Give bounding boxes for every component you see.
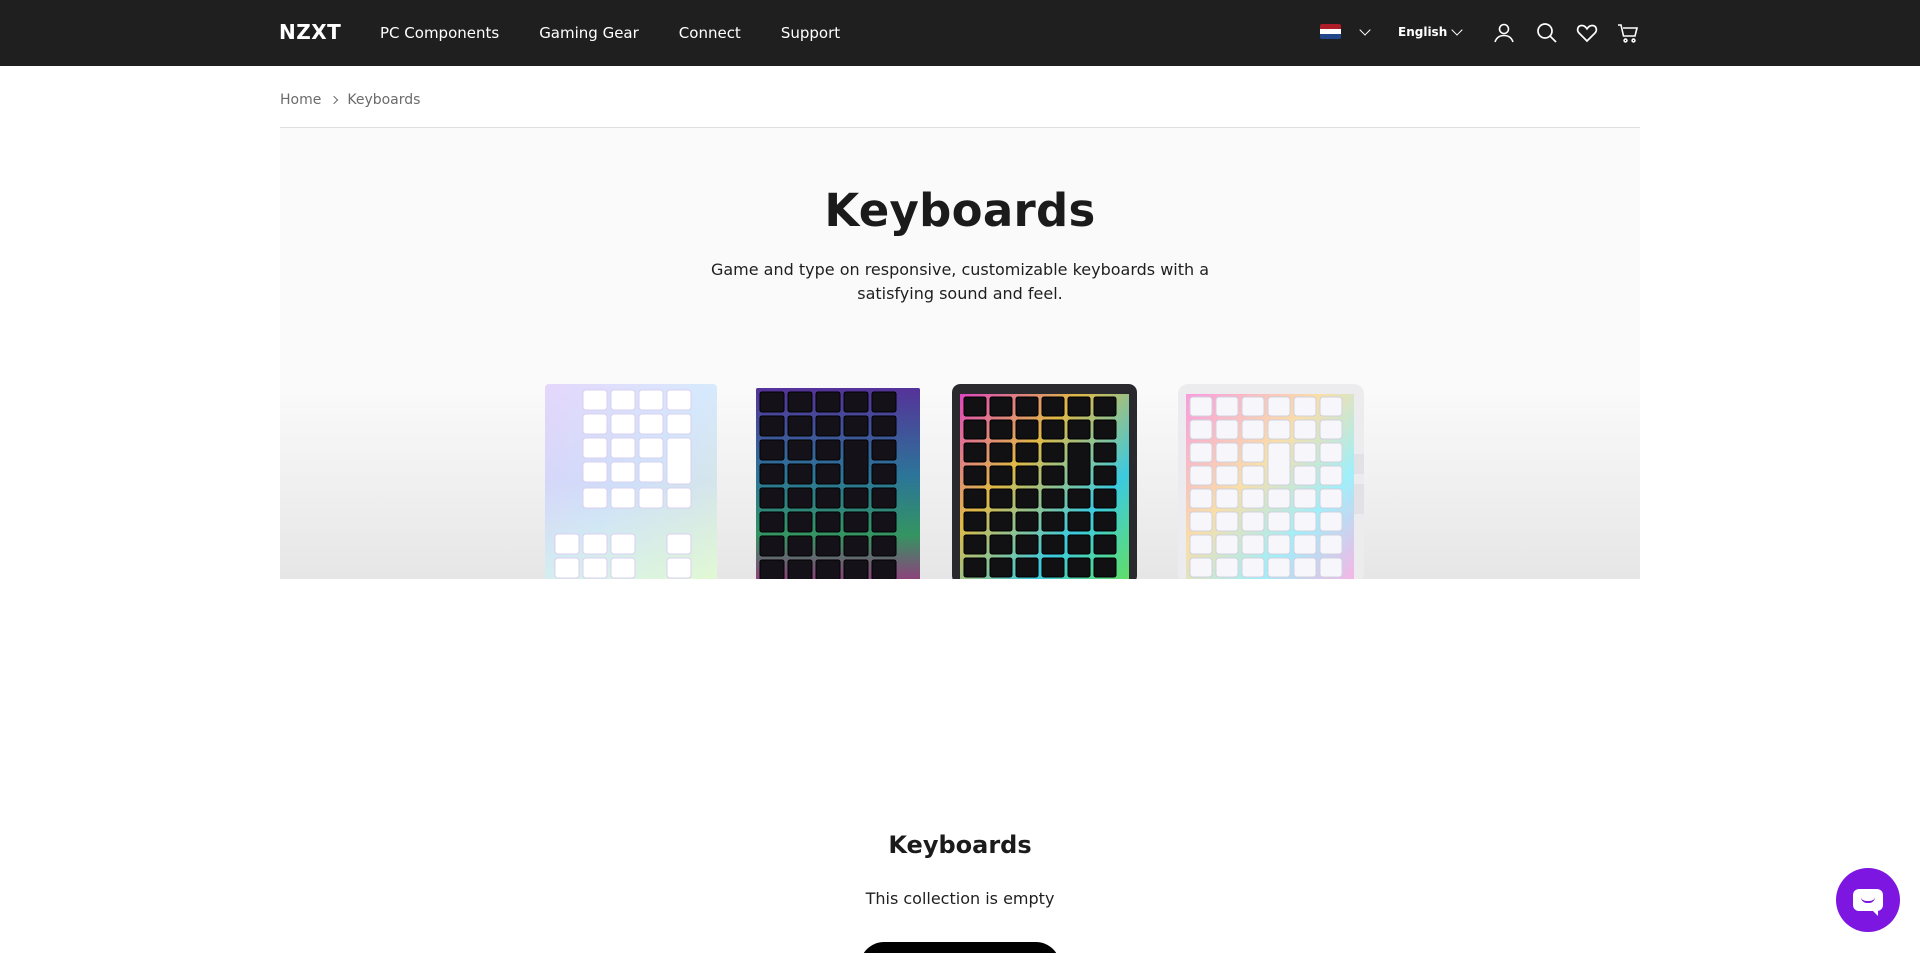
breadcrumb-current: Keyboards [347,92,421,108]
chevron-down-icon [1451,24,1463,36]
continue-shopping-button[interactable] [860,942,1060,953]
nav-connect[interactable]: Connect [679,24,741,42]
white-rgb-keyboard-image [545,384,717,579]
site-header: NZXT PC Components Gaming Gear Connect S… [0,0,1920,66]
cart-icon[interactable] [1616,21,1640,45]
collection-hero: Keyboards Game and type on responsive, c… [280,128,1640,579]
page-subtitle: Game and type on responsive, customizabl… [710,260,1210,303]
page-title: Keyboards [824,184,1096,237]
nav-gaming-gear[interactable]: Gaming Gear [539,24,639,42]
empty-collection-message: This collection is empty [865,889,1055,908]
chat-bubble-tail [1870,908,1878,916]
nav-pc-components[interactable]: PC Components [380,24,499,42]
breadcrumb-home[interactable]: Home [280,92,321,108]
collection-title: Keyboards [888,831,1032,859]
nzxt-logo[interactable]: NZXT [279,20,341,44]
black-rgb-keyboard-frame-image [952,384,1137,579]
main-nav: PC Components Gaming Gear Connect Suppor… [380,0,840,66]
netherlands-flag-icon [1320,24,1341,39]
account-icon[interactable] [1492,21,1516,45]
breadcrumb: Home Keyboards [280,92,420,108]
chat-launcher-button[interactable] [1836,868,1900,932]
nav-support[interactable]: Support [781,24,840,42]
white-rgb-keyboard-frame-image [1178,384,1364,579]
chevron-right-icon [330,95,339,105]
chevron-down-icon [1359,24,1371,36]
black-rgb-keyboard-image [756,388,920,579]
language-label: English [1398,25,1448,39]
search-icon[interactable] [1535,21,1559,45]
wishlist-heart-icon[interactable] [1575,21,1599,45]
